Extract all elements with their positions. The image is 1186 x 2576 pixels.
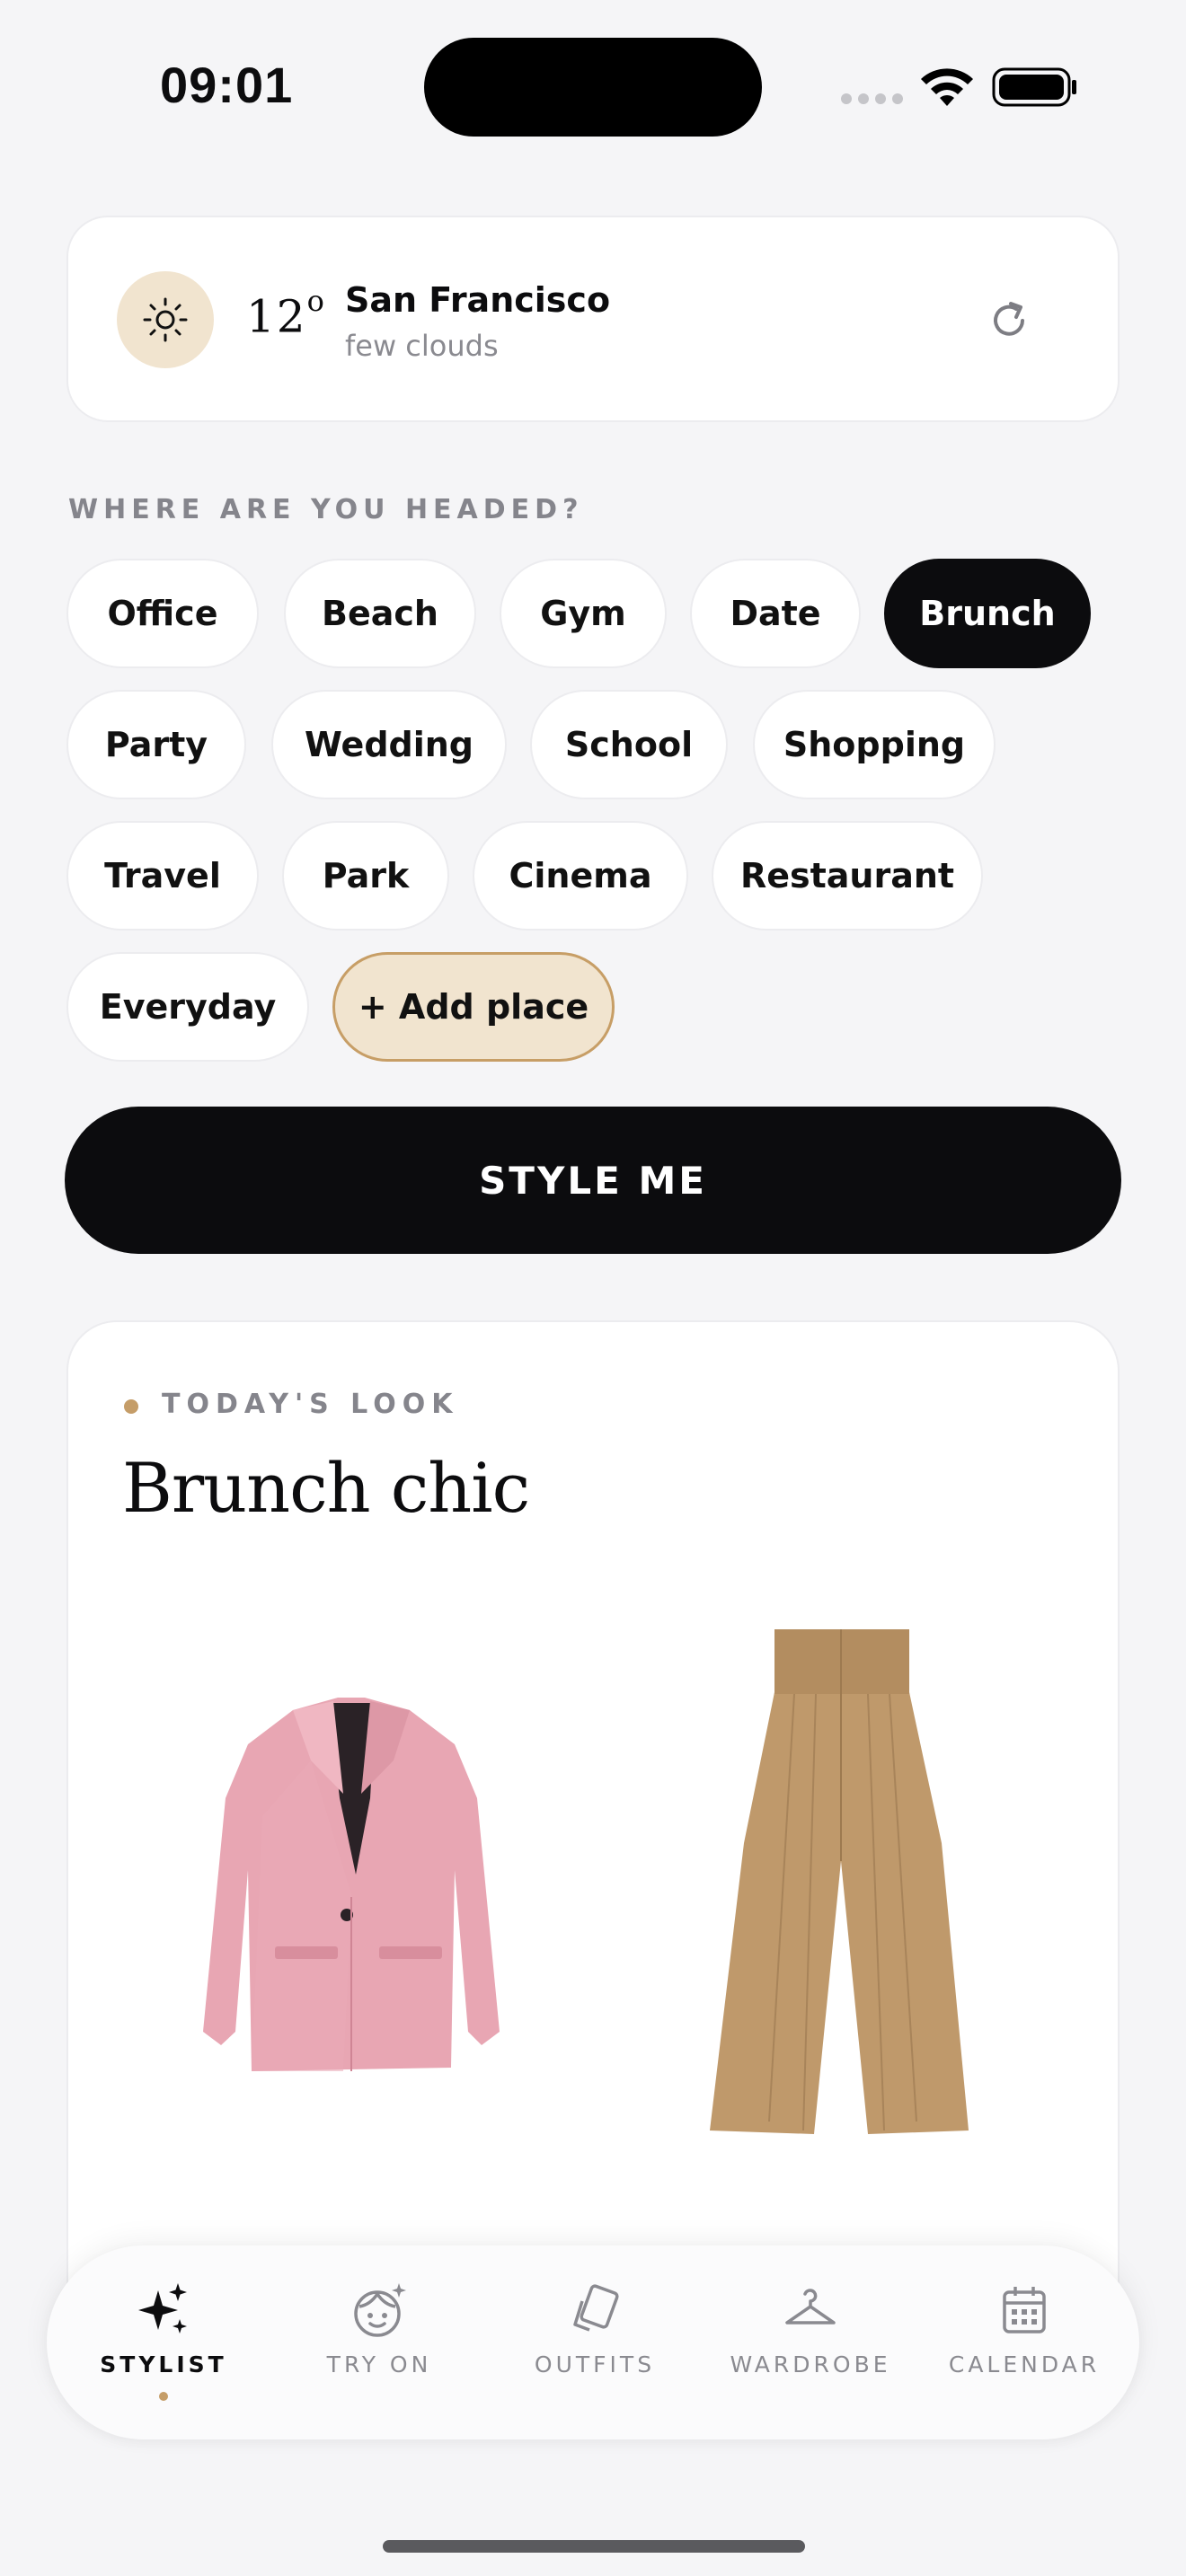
tab-calendar-label: CALENDAR (948, 2351, 1101, 2378)
weather-card: 12o San Francisco few clouds (66, 216, 1120, 422)
tab-outfits[interactable]: OUTFITS (496, 2281, 694, 2416)
chip-school[interactable]: School (530, 690, 728, 799)
status-time: 09:01 (160, 57, 294, 113)
chip-brunch[interactable]: Brunch (884, 559, 1091, 668)
dynamic-island (424, 38, 762, 137)
pink-blazer-image[interactable] (185, 1690, 518, 2086)
chip-everyday[interactable]: Everyday (66, 952, 309, 1062)
tab-stylist[interactable]: STYLIST (65, 2281, 262, 2416)
active-tab-dot (159, 2392, 168, 2401)
refresh-icon[interactable] (987, 298, 1031, 343)
add-place-button[interactable]: + Add place (332, 952, 615, 1062)
sparkles-icon (138, 2283, 187, 2333)
tab-wardrobe-label: WARDROBE (730, 2351, 891, 2378)
hanger-icon (785, 2289, 836, 2325)
chip-wedding[interactable]: Wedding (271, 690, 507, 799)
chip-gym[interactable]: Gym (500, 559, 667, 668)
tab-wardrobe[interactable]: WARDROBE (712, 2281, 909, 2416)
battery-icon (992, 67, 1076, 107)
cards-icon (573, 2284, 619, 2332)
tab-try-on[interactable]: TRY ON (280, 2281, 478, 2416)
todays-look-card[interactable]: TODAY'S LOOK Brunch chic (66, 1320, 1120, 2308)
temperature: 12o (246, 284, 326, 343)
chip-date[interactable]: Date (690, 559, 861, 668)
tab-outfits-label: OUTFITS (534, 2351, 656, 2378)
weather-condition: few clouds (345, 329, 499, 363)
chip-party[interactable]: Party (66, 690, 246, 799)
chip-park[interactable]: Park (282, 821, 449, 931)
chip-cinema[interactable]: Cinema (473, 821, 688, 931)
degree-sign: o (306, 284, 326, 318)
home-indicator[interactable] (383, 2540, 805, 2553)
chip-shopping[interactable]: Shopping (753, 690, 996, 799)
look-label: TODAY'S LOOK (162, 1389, 459, 1420)
style-me-button[interactable]: STYLE ME (65, 1107, 1121, 1254)
calendar-icon (1003, 2287, 1046, 2333)
face-icon (354, 2283, 406, 2337)
accent-dot (124, 1399, 138, 1414)
tab-stylist-label: STYLIST (100, 2351, 227, 2378)
chip-beach[interactable]: Beach (284, 559, 476, 668)
tan-trousers-image[interactable] (697, 1619, 985, 2148)
chip-restaurant[interactable]: Restaurant (712, 821, 983, 931)
tab-try-on-label: TRY ON (326, 2351, 432, 2378)
chip-travel[interactable]: Travel (66, 821, 259, 931)
wifi-icon (921, 68, 973, 106)
city-name: San Francisco (345, 280, 611, 320)
look-title: Brunch chic (122, 1448, 530, 1528)
places-heading: WHERE ARE YOU HEADED? (68, 494, 584, 525)
bottom-tab-bar: STYLIST TRY ON OUTFITS WARDROBE CALENDAR (47, 2245, 1139, 2439)
signal-icon (841, 93, 903, 104)
sun-icon (117, 271, 214, 368)
chip-office[interactable]: Office (66, 559, 259, 668)
tab-calendar[interactable]: CALENDAR (925, 2281, 1123, 2416)
